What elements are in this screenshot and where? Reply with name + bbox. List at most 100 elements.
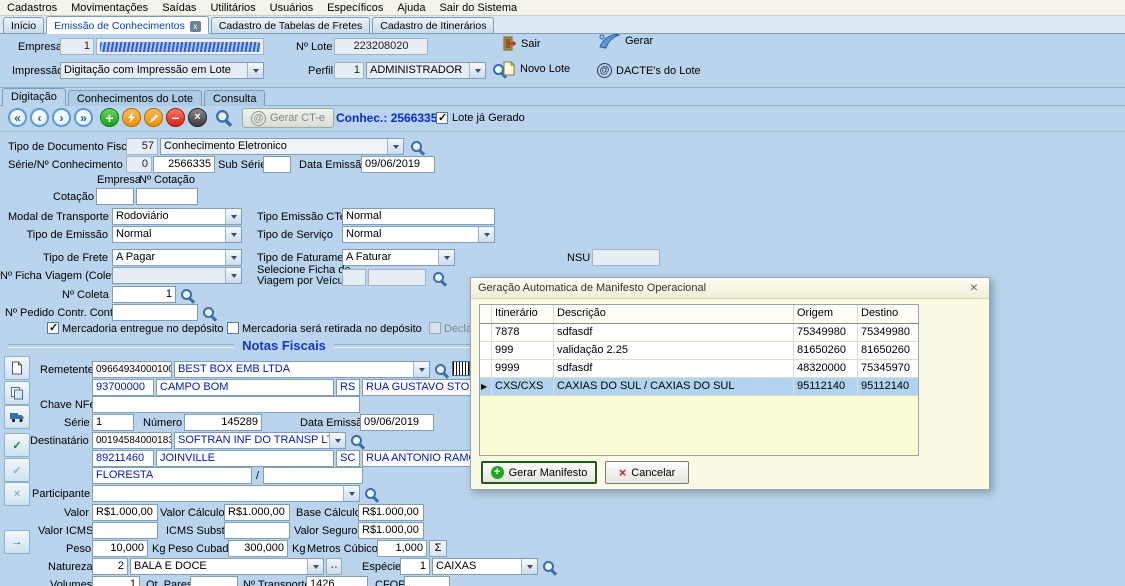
peso-cubado-field[interactable]: 300,000 xyxy=(228,540,288,557)
gerar-cte-button[interactable]: @ Gerar CT-e xyxy=(242,108,334,128)
combo-arrow-icon[interactable] xyxy=(329,433,345,448)
valor-calculo-field[interactable]: R$1.000,00 xyxy=(224,504,290,521)
valor-field[interactable]: R$1.000,00 xyxy=(92,504,158,521)
edit-pencil-icon[interactable] xyxy=(144,108,163,127)
combo-arrow-icon[interactable] xyxy=(225,250,241,265)
confirm-button[interactable]: ✓ xyxy=(4,433,30,457)
search-icon[interactable] xyxy=(350,434,365,449)
truck-button[interactable] xyxy=(4,405,30,429)
menu-especificos[interactable]: Específicos xyxy=(320,1,390,15)
sair-button[interactable]: Sair xyxy=(502,36,541,51)
icms-subst-field[interactable] xyxy=(224,522,290,539)
menu-ajuda[interactable]: Ajuda xyxy=(390,1,432,15)
copy-note-button[interactable] xyxy=(4,381,30,405)
combo-arrow-icon[interactable] xyxy=(521,559,537,574)
nav-next-icon[interactable]: › xyxy=(52,108,71,127)
close-tab-icon[interactable]: x xyxy=(190,21,201,32)
natureza-options-button[interactable]: ‥ xyxy=(326,558,342,575)
remetente-cep-field[interactable]: 93700000 xyxy=(92,379,154,396)
destinatario-cep-field[interactable]: 89211460 xyxy=(92,450,154,467)
menu-usuarios[interactable]: Usuários xyxy=(263,1,320,15)
nsu-field[interactable] xyxy=(592,249,660,266)
num-coleta-field[interactable]: 1 xyxy=(112,286,176,303)
combo-arrow-icon[interactable] xyxy=(413,362,429,377)
grid-row-selected[interactable]: ▶ CXS/CXS CAXIAS DO SUL / CAXIAS DO SUL … xyxy=(480,378,918,396)
metros-cubicos-field[interactable]: 1,000 xyxy=(377,540,427,557)
combo-arrow-icon[interactable] xyxy=(478,227,494,242)
combo-arrow-icon[interactable] xyxy=(438,250,454,265)
tipo-emissao-combo[interactable]: Normal xyxy=(112,226,242,243)
destinatario-cnpj-field[interactable]: 00194584000183 xyxy=(92,432,172,449)
nav-first-icon[interactable]: « xyxy=(8,108,27,127)
ficha-viagem-combo[interactable] xyxy=(112,267,242,284)
combo-arrow-icon[interactable] xyxy=(469,63,485,78)
participante-combo[interactable] xyxy=(92,485,360,502)
dacte-button[interactable]: @ DACTE's do Lote xyxy=(597,63,701,78)
cotacao-numero-field[interactable] xyxy=(136,188,198,205)
nf-serie-field[interactable]: 1 xyxy=(92,414,134,431)
gerar-button[interactable]: Gerar xyxy=(597,32,653,50)
num-transporte-field[interactable]: 1426 xyxy=(306,576,368,586)
subtab-conhecimentos-do-lote[interactable]: Conhecimentos do Lote xyxy=(68,90,202,106)
natureza-code-field[interactable]: 2 xyxy=(92,558,128,575)
novo-lote-button[interactable]: Novo Lote xyxy=(502,61,570,76)
tab-cadastro-tabelas-fretes[interactable]: Cadastro de Tabelas de Fretes xyxy=(211,17,370,33)
tab-cadastro-itinerarios[interactable]: Cadastro de Itinerários xyxy=(372,17,494,33)
combo-arrow-icon[interactable] xyxy=(247,63,263,78)
pedido-container-field[interactable] xyxy=(112,304,198,321)
sum-sigma-icon[interactable]: Σ xyxy=(429,540,447,557)
combo-arrow-icon[interactable] xyxy=(225,268,241,283)
search-icon[interactable] xyxy=(410,140,425,155)
new-note-button[interactable] xyxy=(4,356,30,380)
combo-arrow-icon[interactable] xyxy=(307,559,323,574)
valor-icms-field[interactable] xyxy=(92,522,158,539)
subtab-consulta[interactable]: Consulta xyxy=(204,90,265,106)
remetente-cidade-field[interactable]: CAMPO BOM xyxy=(156,379,334,396)
cancel-icon[interactable]: × xyxy=(188,108,207,127)
menu-movimentacoes[interactable]: Movimentações xyxy=(64,1,155,15)
destinatario-endereco-field[interactable]: RUA ANTONIO RAMOS ALVIM xyxy=(362,450,478,467)
close-icon[interactable]: × xyxy=(966,280,982,296)
grid-row[interactable]: 7878 sdfasdf 75349980 75349980 xyxy=(480,324,918,342)
nav-prior-icon[interactable]: ‹ xyxy=(30,108,49,127)
tab-inicio[interactable]: Início xyxy=(3,17,44,33)
grid-row[interactable]: 9999 sdfasdf 48320000 75345970 xyxy=(480,360,918,378)
search-icon[interactable] xyxy=(180,288,195,303)
ficha-veiculo-code-field[interactable] xyxy=(342,269,366,286)
menu-cadastros[interactable]: Cadastros xyxy=(0,1,64,15)
mercadoria-retirada-checkbox[interactable] xyxy=(227,322,239,334)
data-emissao-field[interactable]: 09/06/2019 xyxy=(361,156,435,173)
base-calculo-field[interactable]: R$1.000,00 xyxy=(358,504,424,521)
serie-conhecimento-serie-field[interactable]: 0 xyxy=(126,156,152,173)
modal-transporte-combo[interactable]: Rodoviário xyxy=(112,208,242,225)
combo-arrow-icon[interactable] xyxy=(225,227,241,242)
tipo-emissao-cte-field[interactable]: Normal xyxy=(342,208,495,225)
peso-field[interactable]: 10,000 xyxy=(92,540,148,557)
nav-last-icon[interactable]: » xyxy=(74,108,93,127)
remetente-uf-field[interactable]: RS xyxy=(336,379,360,396)
qt-pares-field[interactable] xyxy=(190,576,238,586)
especie-code-field[interactable]: 1 xyxy=(400,558,430,575)
cotacao-empresa-field[interactable] xyxy=(96,188,134,205)
lote-ja-gerado-checkbox[interactable] xyxy=(436,112,448,124)
remove-note-button[interactable]: × xyxy=(4,482,30,506)
search-icon[interactable] xyxy=(432,271,447,286)
remetente-cnpj-field[interactable]: 09664934000100 xyxy=(92,361,172,378)
cfop-field[interactable]: . xyxy=(404,576,450,586)
impressao-combo[interactable]: Digitação com Impressão em Lote xyxy=(60,62,264,79)
combo-arrow-icon[interactable] xyxy=(387,139,403,154)
combo-arrow-icon[interactable] xyxy=(225,209,241,224)
tipo-frete-combo[interactable]: A Pagar xyxy=(112,249,242,266)
volumes-field[interactable]: 1 xyxy=(92,576,140,586)
lote-field[interactable]: 223208020 xyxy=(334,38,428,55)
valor-seguro-field[interactable]: R$1.000,00 xyxy=(358,522,424,539)
ficha-veiculo-field[interactable] xyxy=(368,269,426,286)
destinatario-bairro-field[interactable]: FLORESTA xyxy=(92,467,252,484)
tipo-documento-combo[interactable]: Conhecimento Eletronico xyxy=(160,138,404,155)
menu-saidas[interactable]: Saídas xyxy=(155,1,203,15)
tab-emissao-de-conhecimentos[interactable]: Emissão de Conhecimentos x xyxy=(46,16,209,34)
menu-utilitarios[interactable]: Utilitários xyxy=(203,1,262,15)
delete-record-icon[interactable]: − xyxy=(166,108,185,127)
perfil-combo[interactable]: ADMINISTRADOR xyxy=(366,62,486,79)
confirm-all-button[interactable]: ✓ xyxy=(4,458,30,482)
